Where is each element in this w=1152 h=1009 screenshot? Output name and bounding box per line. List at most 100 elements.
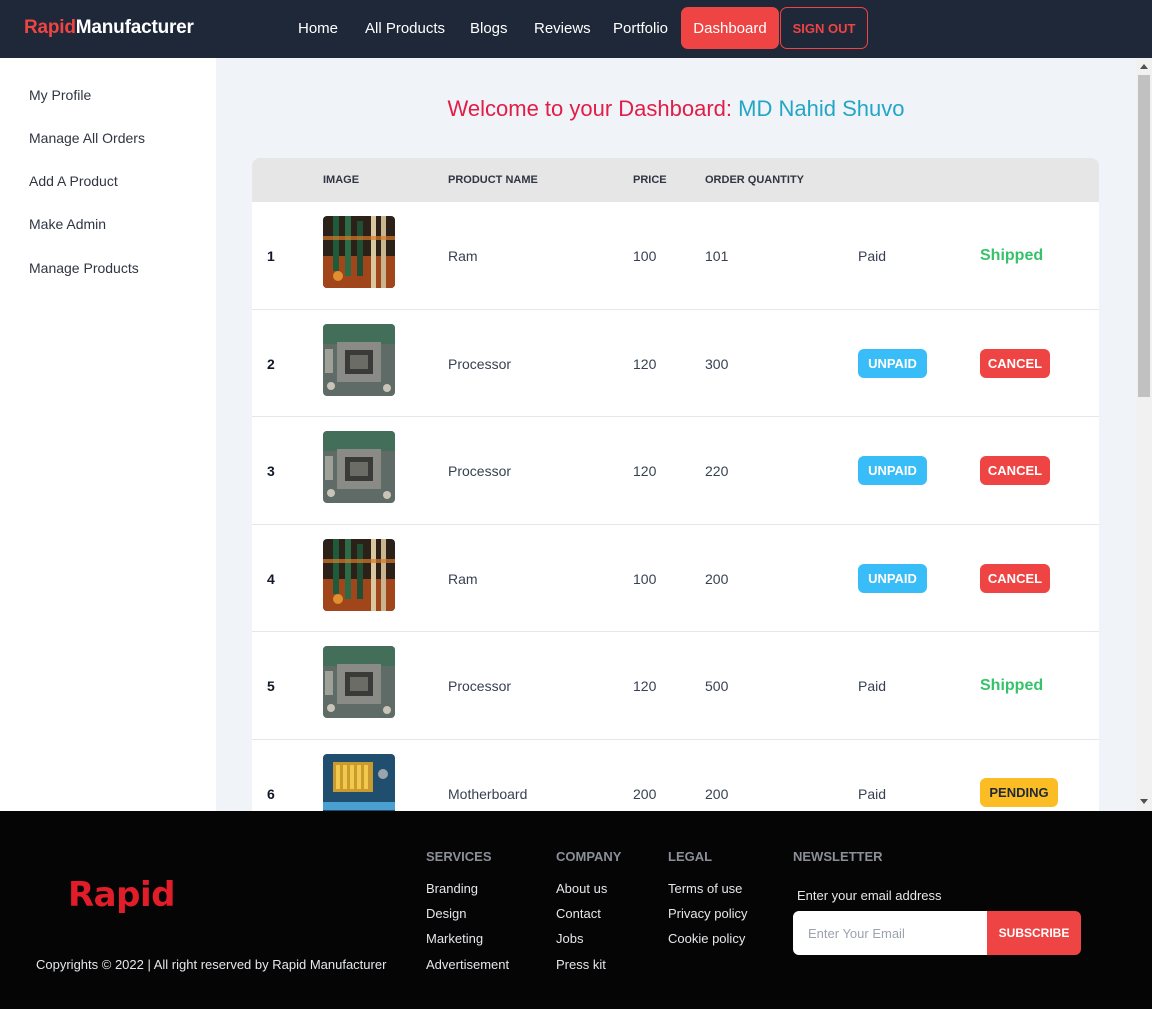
product-image-ram <box>323 538 395 611</box>
table-row: 4 Ram 100 200 UNPAID CANCEL <box>252 524 1099 632</box>
nav-home[interactable]: Home <box>298 20 338 37</box>
row-number: 2 <box>267 355 275 372</box>
header-price: PRICE <box>633 174 667 186</box>
product-price: 200 <box>633 785 657 802</box>
scrollbar-thumb[interactable] <box>1138 75 1150 397</box>
row-number: 3 <box>267 463 275 479</box>
cancel-button[interactable]: CANCEL <box>980 456 1050 485</box>
sidebar-item-add-product[interactable]: Add A Product <box>29 173 118 189</box>
table-row: 6 Motherboard 200 200 Paid PENDING <box>252 739 1099 811</box>
order-quantity: 101 <box>705 248 729 264</box>
order-quantity: 500 <box>705 678 729 694</box>
product-image-processor <box>323 646 395 718</box>
order-quantity: 200 <box>705 570 729 587</box>
product-name: Ram <box>448 570 478 587</box>
footer-company-title: COMPANY <box>556 849 622 864</box>
table-row: 3 Processor 120 220 UNPAID CANCEL <box>252 417 1099 525</box>
product-image-processor <box>323 323 395 396</box>
unpaid-button[interactable]: UNPAID <box>858 456 927 485</box>
product-name: Processor <box>448 678 512 694</box>
table-row: 2 Processor 120 300 UNPAID CANCEL <box>252 309 1099 417</box>
sidebar-item-my-profile[interactable]: My Profile <box>29 87 91 103</box>
copyright-text: Copyrights © 2022 | All right reserved b… <box>36 957 387 972</box>
nav-blogs[interactable]: Blogs <box>470 20 508 37</box>
page-title: Welcome to your Dashboard: MD Nahid Shuv… <box>216 96 1136 122</box>
page-footer: Rapid Copyrights © 2022 | All right rese… <box>0 811 1152 1009</box>
nav-reviews[interactable]: Reviews <box>534 20 591 37</box>
product-price: 120 <box>633 463 657 479</box>
table-row: 1 Ram 100 101 Paid Shipped <box>252 202 1099 310</box>
product-image-processor <box>323 431 395 503</box>
payment-status: Paid <box>858 248 887 264</box>
nav-dashboard-button[interactable]: Dashboard <box>681 7 779 49</box>
footer-link-about[interactable]: About us <box>556 881 607 896</box>
product-image-ram <box>323 216 395 288</box>
footer-link-contact[interactable]: Contact <box>556 906 601 921</box>
nav-portfolio[interactable]: Portfolio <box>613 20 668 37</box>
sidebar-item-manage-all-orders[interactable]: Manage All Orders <box>29 130 145 146</box>
unpaid-button[interactable]: UNPAID <box>858 348 927 378</box>
footer-link-press-kit[interactable]: Press kit <box>556 957 606 972</box>
sidebar-item-make-admin[interactable]: Make Admin <box>29 216 106 232</box>
pending-badge: PENDING <box>980 777 1058 807</box>
footer-newsletter-title: NEWSLETTER <box>793 849 883 864</box>
cancel-button[interactable]: CANCEL <box>980 348 1050 378</box>
product-name: Processor <box>448 355 512 372</box>
footer-link-design[interactable]: Design <box>426 906 466 921</box>
order-quantity: 300 <box>705 355 729 372</box>
scroll-down-icon[interactable] <box>1140 799 1148 804</box>
orders-table: IMAGE PRODUCT NAME PRICE ORDER QUANTITY … <box>252 158 1099 811</box>
product-name: Processor <box>448 463 512 479</box>
footer-link-marketing[interactable]: Marketing <box>426 931 483 946</box>
scroll-up-icon[interactable] <box>1140 64 1148 69</box>
row-number: 6 <box>267 785 275 802</box>
welcome-text: Welcome to your Dashboard: <box>447 96 733 121</box>
footer-link-privacy[interactable]: Privacy policy <box>668 906 747 921</box>
product-price: 120 <box>633 678 657 694</box>
order-quantity: 220 <box>705 463 729 479</box>
unpaid-button[interactable]: UNPAID <box>858 563 927 593</box>
shipped-status: Shipped <box>980 677 1044 694</box>
product-price: 100 <box>633 248 657 264</box>
vertical-scrollbar[interactable] <box>1136 58 1152 811</box>
table-row: 5 Processor 120 500 Paid Shipped <box>252 632 1099 740</box>
table-header: IMAGE PRODUCT NAME PRICE ORDER QUANTITY <box>252 158 1099 202</box>
sidebar-item-manage-products[interactable]: Manage Products <box>29 260 139 276</box>
brand-logo[interactable]: RapidManufacturer <box>24 17 194 39</box>
sign-out-button[interactable]: SIGN OUT <box>780 7 868 49</box>
product-image-motherboard <box>323 753 395 811</box>
cancel-button[interactable]: CANCEL <box>980 563 1050 593</box>
shipped-status: Shipped <box>980 247 1044 264</box>
newsletter-email-input[interactable] <box>793 911 987 955</box>
product-price: 100 <box>633 570 657 587</box>
product-name: Motherboard <box>448 785 528 802</box>
payment-status: Paid <box>858 678 887 694</box>
user-name: MD Nahid Shuvo <box>738 96 905 121</box>
top-navbar: RapidManufacturer Home All Products Blog… <box>0 0 1152 58</box>
footer-services-title: SERVICES <box>426 849 492 864</box>
footer-logo: Rapid <box>68 875 175 915</box>
order-quantity: 200 <box>705 785 729 802</box>
footer-link-branding[interactable]: Branding <box>426 881 478 896</box>
footer-link-cookie[interactable]: Cookie policy <box>668 931 745 946</box>
row-number: 5 <box>267 678 275 694</box>
footer-link-terms[interactable]: Terms of use <box>668 881 742 896</box>
header-image: IMAGE <box>323 174 360 186</box>
payment-status: Paid <box>858 785 887 802</box>
product-price: 120 <box>633 355 657 372</box>
dashboard-sidebar: My Profile Manage All Orders Add A Produ… <box>0 58 216 811</box>
subscribe-button[interactable]: SUBSCRIBE <box>987 911 1081 955</box>
dashboard-main: Welcome to your Dashboard: MD Nahid Shuv… <box>216 58 1136 811</box>
brand-accent: Rapid <box>24 17 76 38</box>
product-name: Ram <box>448 248 478 264</box>
row-number: 1 <box>267 248 275 264</box>
footer-link-advertisement[interactable]: Advertisement <box>426 957 509 972</box>
header-order-quantity: ORDER QUANTITY <box>705 174 804 186</box>
newsletter-label: Enter your email address <box>797 888 942 903</box>
nav-all-products[interactable]: All Products <box>365 20 445 37</box>
footer-legal-title: LEGAL <box>668 849 713 864</box>
brand-rest: Manufacturer <box>75 17 194 38</box>
footer-link-jobs[interactable]: Jobs <box>556 931 583 946</box>
row-number: 4 <box>267 570 275 587</box>
header-product-name: PRODUCT NAME <box>448 174 538 186</box>
